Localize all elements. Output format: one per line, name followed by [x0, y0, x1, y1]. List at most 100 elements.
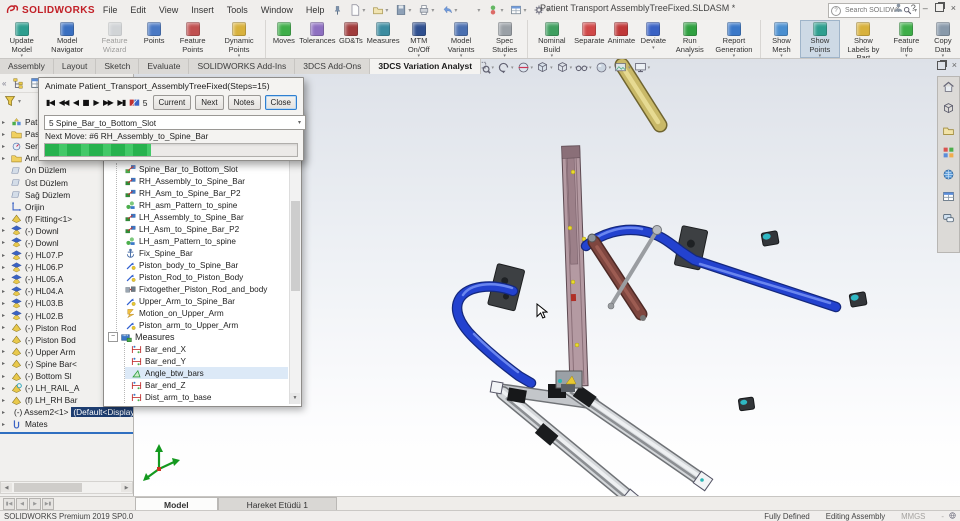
move-tree-item[interactable]: Piston_arm_to_Upper_Arm [117, 319, 288, 331]
ribbon-button[interactable]: Measures ▾ [367, 20, 399, 58]
measure-tree-item[interactable]: Bar_end_Y [125, 355, 288, 367]
ribbon-button[interactable]: GD&Ts ▾ [335, 20, 367, 58]
scroll-left-icon[interactable]: ◀ [1, 483, 12, 492]
move-tree-item[interactable]: Upper_Arm_to_Spine_Bar [117, 295, 288, 307]
dropdown-caret-icon[interactable]: ▾ [18, 98, 21, 105]
view-tool-button[interactable]: ▾ [634, 61, 651, 74]
quick-access-button[interactable]: ▾ [349, 4, 365, 16]
dialog-button[interactable]: Close [265, 95, 297, 110]
command-tab[interactable]: Evaluate [139, 58, 189, 74]
gold-bar-part[interactable] [622, 65, 660, 125]
ribbon-button[interactable]: Feature Info ▾ [887, 20, 925, 58]
play-button[interactable]: ▶ [92, 98, 99, 107]
measure-tree-item[interactable]: Bar_end_X [125, 343, 288, 355]
collapse-box-icon[interactable]: − [108, 332, 118, 342]
view-tool-button[interactable]: ▾ [536, 61, 553, 74]
solidworks-resources-icon[interactable] [942, 102, 955, 115]
feature-tree-tab-icon[interactable] [11, 76, 25, 90]
help-button[interactable]: ? [911, 3, 916, 13]
go-to-end-button[interactable]: ▶▮ [116, 98, 126, 107]
expand-arrow-icon[interactable]: ▸ [2, 131, 8, 138]
scroll-right-icon[interactable]: ▶ [121, 483, 132, 492]
pane-restore-icon[interactable] [937, 61, 946, 70]
ribbon-button[interactable]: Update Model ▾ [0, 20, 43, 58]
command-tab[interactable]: 3DCS Variation Analyst [370, 58, 481, 74]
ribbon-button[interactable]: Nominal Build ▾ [527, 20, 573, 58]
menu-item[interactable]: File [103, 5, 118, 15]
pin-icon[interactable] [332, 5, 343, 16]
menu-item[interactable]: Tools [227, 5, 248, 15]
scrollbar-thumb[interactable] [14, 483, 82, 492]
document-tab[interactable]: Model [135, 497, 218, 511]
feature-tree-item[interactable]: ▸ Mates [0, 418, 133, 430]
pause-button[interactable]: ▮▮ [82, 98, 90, 107]
move-tree-item[interactable]: RH_Asm_to_Spine_Bar_P2 [117, 187, 288, 199]
expand-arrow-icon[interactable]: ▸ [2, 143, 8, 150]
move-tree-item[interactable]: Spine_Bar_to_Bottom_Slot [117, 163, 288, 175]
move-select-dropdown[interactable]: 5 Spine_Bar_to_Bottom_Slot ▾ [44, 115, 306, 130]
expand-arrow-icon[interactable]: ▸ [2, 397, 8, 404]
measures-group-node[interactable]: − Measures [104, 331, 288, 343]
ribbon-button[interactable]: Separate ▾ [573, 20, 605, 58]
dialog-button[interactable]: Next [195, 95, 223, 110]
ribbon-button[interactable]: Tolerances ▾ [300, 20, 335, 58]
move-tree-item[interactable]: LH_Asm_to_Spine_Bar_P2 [117, 223, 288, 235]
expand-arrow-icon[interactable]: ▸ [2, 409, 8, 416]
piston-part[interactable] [588, 234, 646, 321]
move-tree-item[interactable]: RH_Assembly_to_Spine_Bar [117, 175, 288, 187]
ribbon-button[interactable]: Deviate ▾ [637, 20, 669, 58]
rollback-bar[interactable] [0, 432, 133, 434]
close-button[interactable]: × [951, 3, 956, 13]
expand-arrow-icon[interactable]: ▸ [2, 155, 8, 162]
move-tree-item[interactable]: RH_asm_Pattern_to_spine [117, 199, 288, 211]
ribbon-button[interactable]: Moves ▾ [265, 20, 300, 58]
expand-arrow-icon[interactable]: ▸ [2, 239, 8, 246]
fast-forward-button[interactable]: ▶▶ [102, 98, 113, 107]
panel-horizontal-scrollbar[interactable]: ◀ ▶ [0, 481, 133, 494]
command-tab[interactable]: Layout [54, 58, 97, 74]
view-tool-button[interactable]: ▾ [575, 61, 592, 74]
ribbon-button[interactable]: Model Variants ▾ [438, 20, 484, 58]
command-tab[interactable]: Sketch [96, 58, 139, 74]
custom-properties-icon[interactable] [942, 190, 955, 203]
quick-access-button[interactable]: ▾ [464, 4, 480, 16]
ribbon-button[interactable]: Feature Points ▾ [170, 20, 215, 58]
expand-arrow-icon[interactable]: ▸ [2, 227, 8, 234]
expand-arrow-icon[interactable]: ▸ [2, 336, 8, 343]
ribbon-button[interactable]: Show Points ▾ [800, 20, 839, 58]
ribbon-button[interactable]: Report Generation ▾ [710, 20, 758, 58]
expand-arrow-icon[interactable]: ▸ [2, 215, 8, 222]
filter-funnel-icon[interactable] [4, 95, 16, 107]
pane-close-icon[interactable]: × [952, 60, 957, 70]
content-central-icon[interactable] [942, 168, 955, 181]
view-tool-button[interactable]: ▾ [497, 61, 514, 74]
forum-icon[interactable] [942, 212, 955, 225]
quick-access-button[interactable]: ▾ [487, 4, 503, 16]
ribbon-button[interactable]: Spec Studies ▾ [484, 20, 525, 58]
move-tree-item[interactable]: Fixtogether_Piston_Rod_and_body [117, 283, 288, 295]
rewind-button[interactable]: ◀◀ [58, 98, 69, 107]
ribbon-button[interactable]: MTM On/Off ▾ [399, 20, 438, 58]
move-tree-item[interactable]: LH_asm_Pattern_to_spine [117, 235, 288, 247]
minimize-button[interactable]: – [923, 3, 928, 13]
tab-scroll-button[interactable]: ▮◀ [3, 498, 15, 510]
quick-access-button[interactable]: ▾ [510, 4, 526, 16]
expand-arrow-icon[interactable]: ▸ [2, 373, 8, 380]
quick-access-button[interactable]: ▾ [395, 4, 411, 16]
expand-arrow-icon[interactable]: ▸ [2, 300, 8, 307]
menu-item[interactable]: Insert [191, 5, 214, 15]
user-account-icon[interactable] [893, 2, 904, 13]
expand-arrow-icon[interactable]: ▸ [2, 119, 8, 126]
menu-item[interactable]: Help [306, 5, 325, 15]
status-globe-icon[interactable] [948, 511, 957, 520]
expand-arrow-icon[interactable]: ▸ [2, 312, 8, 319]
command-tab[interactable]: Assembly [0, 58, 54, 74]
expand-arrow-icon[interactable]: ▸ [2, 385, 8, 392]
view-tool-button[interactable]: ▾ [517, 61, 534, 74]
go-to-start-button[interactable]: ▮◀ [45, 98, 55, 107]
animate-flag-icon[interactable] [129, 97, 140, 109]
expand-arrow-icon[interactable]: ▸ [2, 348, 8, 355]
ribbon-button[interactable]: Points ▾ [138, 20, 170, 58]
command-tab[interactable]: SOLIDWORKS Add-Ins [189, 58, 295, 74]
view-tool-button[interactable]: ▾ [595, 61, 612, 74]
